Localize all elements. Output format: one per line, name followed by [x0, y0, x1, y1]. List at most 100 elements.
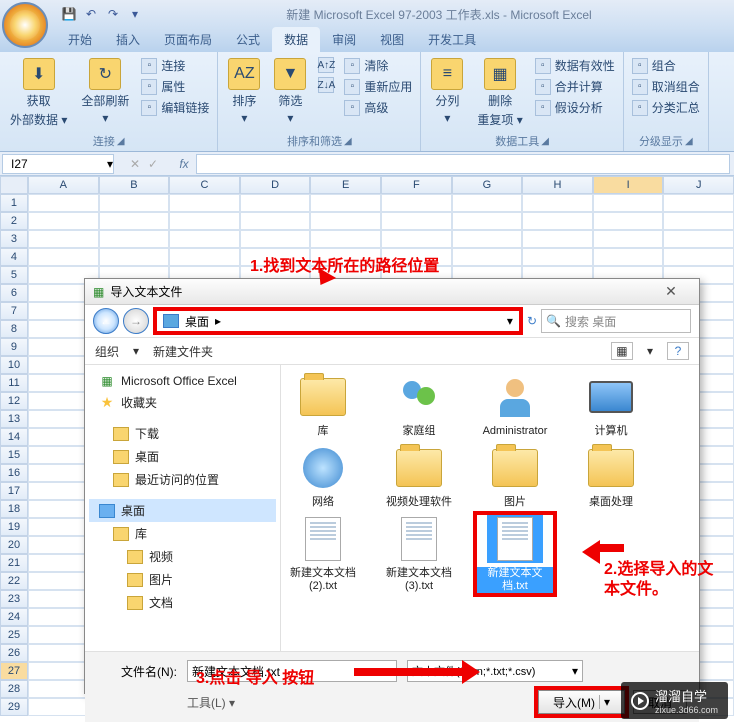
cell[interactable] — [522, 194, 593, 212]
col-header[interactable]: C — [169, 176, 240, 194]
fx-icon[interactable]: fx — [172, 157, 196, 171]
tools-button[interactable]: 工具(L) ▾ — [187, 694, 235, 711]
ribbon-item[interactable]: ▫清除 — [342, 56, 414, 75]
file-item[interactable]: 网络 — [285, 444, 361, 509]
ribbon-btn[interactable]: AZ排序▾ — [224, 56, 264, 127]
sidebar-item[interactable]: ▦Microsoft Office Excel — [89, 371, 276, 391]
search-input[interactable]: 🔍 搜索 桌面 — [541, 309, 691, 333]
col-header[interactable]: J — [663, 176, 734, 194]
sort-btn[interactable]: Z↓A — [316, 76, 336, 94]
sidebar-item[interactable]: 桌面 — [89, 499, 276, 522]
row-header[interactable]: 1 — [0, 194, 28, 212]
row-header[interactable]: 18 — [0, 500, 28, 518]
row-header[interactable]: 22 — [0, 572, 28, 590]
file-item[interactable]: 新建文本文档.txt — [477, 515, 553, 593]
row-header[interactable]: 15 — [0, 446, 28, 464]
sidebar-item[interactable]: 库 — [89, 522, 276, 545]
row-header[interactable]: 9 — [0, 338, 28, 356]
file-item[interactable]: 图片 — [477, 444, 553, 509]
tab-插入[interactable]: 插入 — [104, 27, 152, 52]
row-header[interactable]: 28 — [0, 680, 28, 698]
col-header[interactable]: I — [593, 176, 664, 194]
select-all-corner[interactable] — [0, 176, 28, 194]
chevron-down-icon[interactable]: ▾ — [507, 314, 513, 328]
row-header[interactable]: 12 — [0, 392, 28, 410]
ribbon-item[interactable]: ▫数据有效性 — [533, 56, 617, 75]
file-item[interactable]: 桌面处理 — [573, 444, 649, 509]
qat-dropdown-icon[interactable]: ▾ — [126, 5, 144, 23]
file-pane[interactable]: 库家庭组Administrator计算机网络视频处理软件图片桌面处理新建文本文档… — [281, 365, 699, 651]
name-box[interactable]: I27▾ — [2, 154, 114, 174]
formula-input[interactable] — [196, 154, 730, 174]
sidebar-item[interactable]: ★收藏夹 — [89, 391, 276, 414]
cell[interactable] — [240, 248, 311, 266]
cell[interactable] — [452, 230, 523, 248]
cell[interactable] — [381, 194, 452, 212]
sidebar-item[interactable]: 文档 — [89, 591, 276, 614]
col-header[interactable]: E — [310, 176, 381, 194]
cell[interactable] — [663, 212, 734, 230]
file-item[interactable]: 家庭组 — [381, 373, 457, 438]
tab-数据[interactable]: 数据 — [272, 27, 320, 52]
sidebar-item[interactable]: 桌面 — [89, 445, 276, 468]
cell[interactable] — [663, 194, 734, 212]
row-header[interactable]: 13 — [0, 410, 28, 428]
col-header[interactable]: D — [240, 176, 311, 194]
row-header[interactable]: 17 — [0, 482, 28, 500]
refresh-icon[interactable]: ↻ — [527, 314, 537, 328]
cell[interactable] — [99, 248, 170, 266]
cell[interactable] — [381, 212, 452, 230]
file-item[interactable]: 视频处理软件 — [381, 444, 457, 509]
cell[interactable] — [99, 194, 170, 212]
qat-save-icon[interactable]: 💾 — [60, 5, 78, 23]
cell[interactable] — [28, 248, 99, 266]
cell[interactable] — [28, 212, 99, 230]
ribbon-btn[interactable]: ≡分列▾ — [427, 56, 467, 127]
ribbon-item[interactable]: ▫组合 — [630, 56, 702, 75]
file-item[interactable]: 库 — [285, 373, 361, 438]
row-header[interactable]: 4 — [0, 248, 28, 266]
row-header[interactable]: 21 — [0, 554, 28, 572]
organize-button[interactable]: 组织 — [95, 343, 119, 360]
row-header[interactable]: 14 — [0, 428, 28, 446]
cell[interactable] — [310, 230, 381, 248]
row-header[interactable]: 19 — [0, 518, 28, 536]
cell[interactable] — [593, 230, 664, 248]
path-box[interactable]: 桌面 ▸ ▾ — [153, 307, 523, 335]
cell[interactable] — [381, 230, 452, 248]
row-header[interactable]: 16 — [0, 464, 28, 482]
view-mode-button[interactable]: ▦ — [611, 342, 633, 360]
tab-视图[interactable]: 视图 — [368, 27, 416, 52]
qat-undo-icon[interactable]: ↶ — [82, 5, 100, 23]
ribbon-btn[interactable]: ⬇获取外部数据 ▾ — [6, 56, 71, 130]
cell[interactable] — [240, 194, 311, 212]
file-item[interactable]: 新建文本文档 (2).txt — [285, 515, 361, 593]
cell[interactable] — [452, 212, 523, 230]
cell[interactable] — [169, 194, 240, 212]
chevron-down-icon[interactable]: ▾ — [133, 344, 139, 358]
back-button[interactable]: ← — [93, 308, 119, 334]
tab-审阅[interactable]: 审阅 — [320, 27, 368, 52]
row-header[interactable]: 25 — [0, 626, 28, 644]
ribbon-item[interactable]: ▫分类汇总 — [630, 98, 702, 117]
ribbon-btn[interactable]: ↻全部刷新▾ — [77, 56, 133, 127]
col-header[interactable]: A — [28, 176, 99, 194]
cell[interactable] — [28, 194, 99, 212]
ribbon-item[interactable]: ▫属性 — [139, 77, 211, 96]
sidebar-item[interactable]: 图片 — [89, 568, 276, 591]
cell[interactable] — [310, 194, 381, 212]
file-item[interactable]: 计算机 — [573, 373, 649, 438]
cell[interactable] — [593, 212, 664, 230]
chevron-down-icon[interactable]: ▾ — [386, 664, 392, 678]
import-button[interactable]: 导入(M) ▾ — [538, 690, 625, 714]
row-header[interactable]: 2 — [0, 212, 28, 230]
row-header[interactable]: 6 — [0, 284, 28, 302]
ribbon-item[interactable]: ▫假设分析 — [533, 98, 617, 117]
tab-页面布局[interactable]: 页面布局 — [152, 27, 224, 52]
cell[interactable] — [452, 194, 523, 212]
chevron-down-icon[interactable]: ▾ — [572, 664, 578, 678]
file-item[interactable]: Administrator — [477, 373, 553, 438]
cell[interactable] — [593, 194, 664, 212]
ribbon-item[interactable]: ▫连接 — [139, 56, 211, 75]
row-header[interactable]: 3 — [0, 230, 28, 248]
